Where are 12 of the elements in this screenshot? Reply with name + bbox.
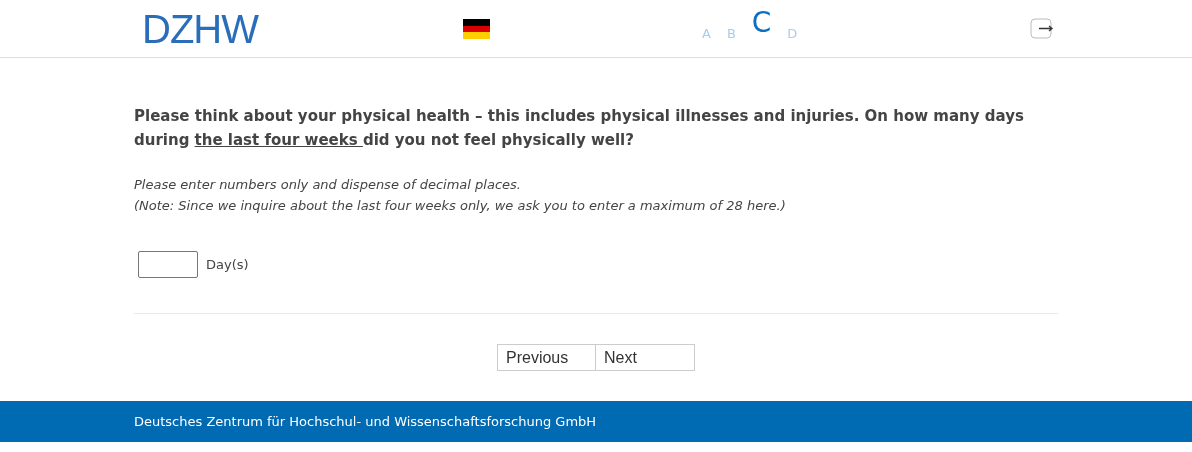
instruction-text: Please enter numbers only and dispense of decimal places.	[134, 176, 522, 194]
previous-button[interactable]: Previous	[497, 344, 596, 371]
question-text: Please think about your physical health – this includes physical illnesses and injuries. On how many days during the last four weeks did you not feel physically well?	[134, 106, 1025, 151]
logo: DZHW	[142, 8, 258, 49]
level-link[interactable]: C	[751, 1, 772, 44]
footer-text: Deutsches Zentrum für Hochschul- und Wissenschaftsforschung GmbH	[134, 413, 597, 429]
instruction-text: (Note: Since we inquire about the last four weeks only, we ask you to enter a maximum of 28 here.)	[134, 197, 787, 215]
next-button[interactable]: Next	[596, 344, 695, 371]
unit-label: Day(s)	[206, 255, 249, 274]
german-flag-icon[interactable]	[462, 18, 490, 39]
days-input[interactable]	[138, 251, 198, 278]
logout-icon[interactable]	[1030, 17, 1054, 40]
